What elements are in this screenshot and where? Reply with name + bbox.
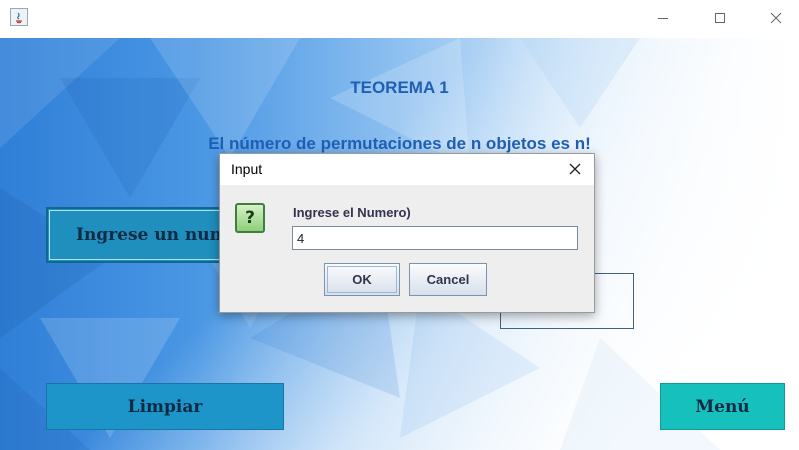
theorem-statement: El número de permutaciones de n objetos … bbox=[208, 134, 591, 153]
window-titlebar bbox=[0, 0, 799, 38]
dialog-titlebar: Input bbox=[220, 154, 594, 185]
minimize-icon[interactable] bbox=[640, 0, 686, 36]
theorem-heading: TEOREMA 1 bbox=[350, 78, 449, 97]
dialog-title: Input bbox=[231, 161, 263, 177]
maximize-icon[interactable] bbox=[697, 0, 743, 36]
ok-button[interactable]: OK bbox=[324, 263, 400, 296]
menu-button[interactable]: Menú bbox=[660, 383, 785, 430]
cancel-button[interactable]: Cancel bbox=[409, 263, 487, 296]
java-app-icon[interactable] bbox=[10, 8, 28, 26]
question-icon: ? bbox=[235, 203, 265, 233]
dialog-prompt: Ingrese el Numero) bbox=[293, 205, 411, 220]
close-icon[interactable] bbox=[753, 0, 799, 36]
number-input[interactable] bbox=[292, 226, 578, 250]
clear-button[interactable]: Limpiar bbox=[46, 383, 284, 430]
input-dialog: Input ? Ingrese el Numero) OK Cancel bbox=[219, 153, 595, 313]
close-icon[interactable] bbox=[562, 157, 588, 181]
